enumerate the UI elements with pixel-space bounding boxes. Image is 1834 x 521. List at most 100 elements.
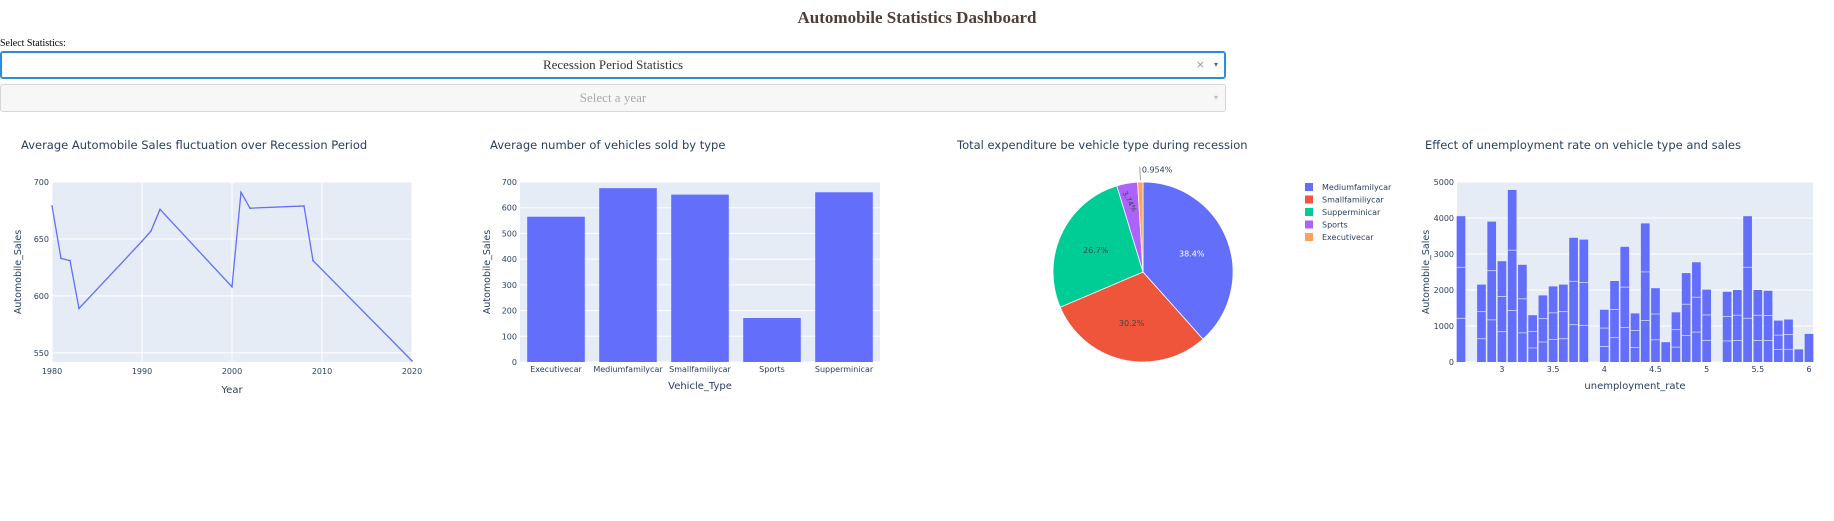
bar [1456, 216, 1466, 362]
y-tick-label: 1000 [1434, 322, 1454, 331]
y-axis-label: Automobile_Sales [482, 230, 493, 314]
chart-title: Total expenditure be vehicle type during… [956, 138, 1248, 152]
y-tick-label: 700 [34, 178, 49, 187]
y-tick-label: 2000 [1434, 286, 1454, 295]
x-tick-label: Smallfamiliycar [669, 365, 731, 374]
bar [1579, 239, 1589, 362]
x-tick-label: 6 [1806, 365, 1811, 374]
bar [1773, 320, 1783, 362]
chart-title: Average Automobile Sales fluctuation ove… [21, 138, 367, 152]
year-dropdown-placeholder: Select a year [579, 90, 647, 105]
y-axis-label: Automobile_Sales [13, 230, 24, 314]
x-tick-label: Supperminicar [815, 365, 874, 374]
bar [1538, 295, 1548, 362]
bar-chart-unemployment: Effect of unemployment rate on vehicle t… [1421, 138, 1814, 392]
bar [1763, 290, 1773, 362]
legend-swatch [1305, 208, 1313, 216]
y-tick-label: 4000 [1434, 214, 1454, 223]
bar [599, 188, 657, 362]
slice-label: 30.2% [1119, 319, 1145, 328]
bar [1507, 189, 1517, 362]
statistics-dropdown[interactable]: Recession Period Statistics × ▾ [0, 51, 1226, 79]
x-tick-label: 1990 [132, 367, 152, 376]
bar [671, 194, 729, 362]
line-chart-recession-sales: Average Automobile Sales fluctuation ove… [13, 138, 422, 396]
bar [1794, 349, 1804, 362]
y-tick-label: 0 [512, 358, 517, 367]
x-axis-label: Vehicle_Type [668, 381, 732, 392]
y-tick-label: 400 [502, 255, 517, 264]
bar [1487, 221, 1497, 362]
x-tick-label: 4 [1602, 365, 1607, 374]
x-tick-label: 5 [1704, 365, 1709, 374]
chart-title: Average number of vehicles sold by type [490, 138, 725, 152]
bar [1548, 286, 1558, 362]
data-point [249, 207, 251, 210]
bar [1518, 264, 1527, 362]
x-tick-label: 2010 [312, 367, 332, 376]
data-point [312, 259, 314, 262]
bar [1497, 261, 1507, 362]
x-tick-label: 2020 [402, 367, 422, 376]
x-tick-label: Sports [759, 365, 785, 374]
x-tick-label: Executivecar [530, 365, 582, 374]
bar [1681, 273, 1691, 362]
legend-label: Sports [1322, 221, 1348, 230]
bar [1610, 281, 1619, 362]
statistics-dropdown-value: Recession Period Statistics [542, 57, 684, 72]
chart-title: Effect of unemployment rate on vehicle t… [1425, 138, 1741, 152]
bar [1477, 284, 1486, 362]
year-dropdown[interactable]: Select a year ▾ [0, 84, 1226, 112]
data-point [411, 360, 413, 362]
y-tick-label: 0 [1449, 358, 1454, 367]
legend-swatch [1305, 233, 1313, 241]
bar [1559, 284, 1568, 362]
y-tick-label: 500 [502, 229, 517, 238]
data-point [78, 307, 80, 310]
bar [1733, 290, 1742, 362]
bar [1620, 246, 1630, 362]
y-tick-label: 5000 [1434, 178, 1454, 187]
bar [815, 192, 873, 362]
data-point [69, 259, 71, 262]
x-tick-label: Mediumfamilycar [593, 365, 663, 374]
y-tick-label: 300 [502, 281, 517, 290]
bar [1753, 290, 1763, 362]
y-axis-label: Automobile_Sales [1421, 230, 1432, 314]
slice-label: 0.954% [1142, 166, 1173, 175]
bar [1661, 342, 1671, 362]
y-tick-label: 550 [34, 349, 49, 358]
bar [1804, 333, 1814, 362]
chevron-down-icon[interactable]: ▾ [1214, 93, 1218, 102]
bar [1651, 288, 1660, 362]
data-point [231, 286, 233, 288]
legend-label: Smallfamiliycar [1322, 196, 1384, 205]
slice-label: 26.7% [1083, 246, 1109, 255]
x-axis-label: Year [220, 385, 243, 396]
x-tick-label: 3 [1499, 365, 1504, 374]
chevron-down-icon[interactable]: ▾ [1214, 60, 1218, 69]
legend-swatch [1305, 220, 1313, 229]
bar [1599, 309, 1609, 362]
bar [1692, 262, 1701, 362]
data-point [60, 257, 62, 260]
legend-label: Executivecar [1322, 233, 1374, 242]
bar [1722, 291, 1732, 362]
legend-swatch [1305, 183, 1313, 191]
legend-label: Supperminicar [1322, 208, 1381, 217]
data-point [51, 205, 53, 207]
bar [1702, 289, 1711, 362]
data-point [150, 230, 152, 232]
bar [1569, 237, 1578, 362]
clear-icon[interactable]: × [1196, 58, 1205, 71]
x-tick-label: 4.5 [1649, 365, 1662, 374]
y-tick-label: 3000 [1434, 250, 1454, 259]
bar [1630, 313, 1640, 362]
x-axis-label: unemployment_rate [1584, 381, 1685, 392]
y-tick-label: 200 [502, 307, 517, 316]
bar [527, 216, 585, 362]
dashboard-title: Automobile Statistics Dashboard [797, 8, 1037, 27]
y-tick-label: 100 [502, 332, 517, 341]
legend-label: Mediumfamilycar [1322, 183, 1392, 192]
data-point [141, 240, 143, 243]
